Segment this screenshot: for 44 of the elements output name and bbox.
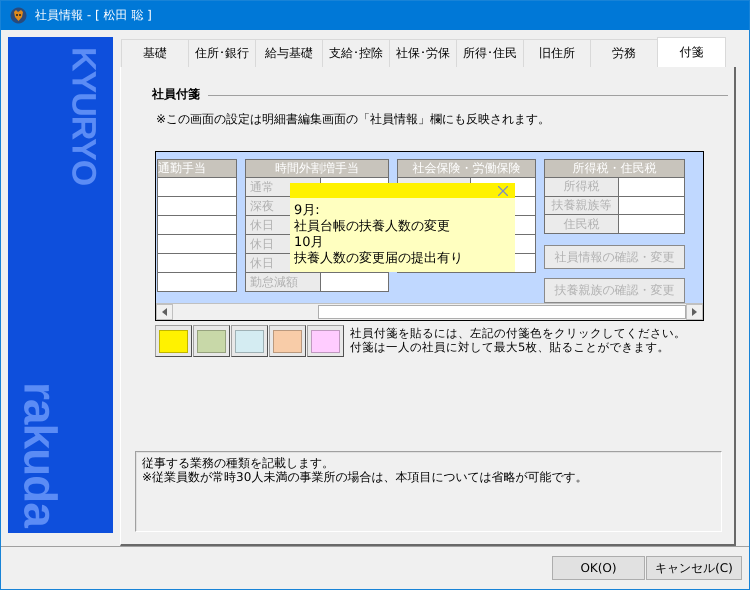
- input-cell[interactable]: [157, 178, 237, 197]
- color-swatch[interactable]: [155, 325, 192, 357]
- input-cell[interactable]: [321, 273, 389, 292]
- column-header: 所得税・住民税: [544, 159, 685, 178]
- column-header: 時間外割増手当: [245, 159, 389, 178]
- row-label: 扶養親族等: [544, 196, 619, 216]
- color-swatch[interactable]: [269, 325, 306, 357]
- input-cell[interactable]: [157, 273, 237, 292]
- notice-text: ※この画面の設定は明細書編集画面の「社員情報」欄にも反映されます。: [156, 111, 552, 128]
- column-header: 通勤手当: [157, 159, 237, 178]
- logo-text: KYURYO: [66, 47, 100, 186]
- help-text: 社員付箋を貼るには、左記の付箋色をクリックしてください。: [350, 326, 686, 340]
- tab[interactable]: 基礎: [121, 39, 189, 67]
- horizontal-scrollbar[interactable]: [156, 303, 703, 320]
- input-cell[interactable]: [619, 196, 685, 216]
- input-cell[interactable]: [157, 197, 237, 216]
- note-text: 9月:: [294, 203, 320, 219]
- row-label: 所得税: [544, 178, 619, 197]
- input-cell[interactable]: [619, 215, 685, 234]
- cancel-button[interactable]: キャンセル(C): [646, 556, 742, 580]
- description-text: ※従業員数が常時30人未満の事業所の場合は、本項目については省略が可能です。: [142, 470, 588, 484]
- app-icon: [10, 7, 27, 24]
- input-cell[interactable]: [619, 178, 685, 197]
- row-label: 勤怠減額: [245, 273, 321, 292]
- input-cell[interactable]: [157, 216, 237, 235]
- color-swatch[interactable]: [193, 325, 230, 357]
- input-cell[interactable]: [157, 254, 237, 273]
- ok-button[interactable]: OK(O): [552, 556, 645, 580]
- note-text: 10月: [294, 235, 324, 251]
- logo-text: rakuda: [18, 382, 64, 527]
- section-title: 社員付箋: [152, 86, 200, 103]
- color-swatch[interactable]: [307, 325, 344, 357]
- close-icon[interactable]: [498, 186, 508, 196]
- scroll-thumb[interactable]: [318, 305, 686, 319]
- tab[interactable]: 付箋: [657, 37, 726, 67]
- window-title: 社員情報 - [ 松田 聡 ]: [35, 7, 152, 24]
- help-text: 付箋は一人の社員に対して最大5枚、貼ることができます。: [350, 340, 670, 354]
- description-text: 従事する業務の種類を記載します。: [142, 456, 335, 470]
- left-arrow-icon: [162, 308, 167, 316]
- row-label: 住民税: [544, 215, 619, 234]
- column-header: 社会保険・労働保険: [397, 159, 536, 178]
- input-cell[interactable]: [157, 235, 237, 254]
- color-swatch[interactable]: [231, 325, 268, 357]
- right-arrow-icon: [692, 308, 697, 316]
